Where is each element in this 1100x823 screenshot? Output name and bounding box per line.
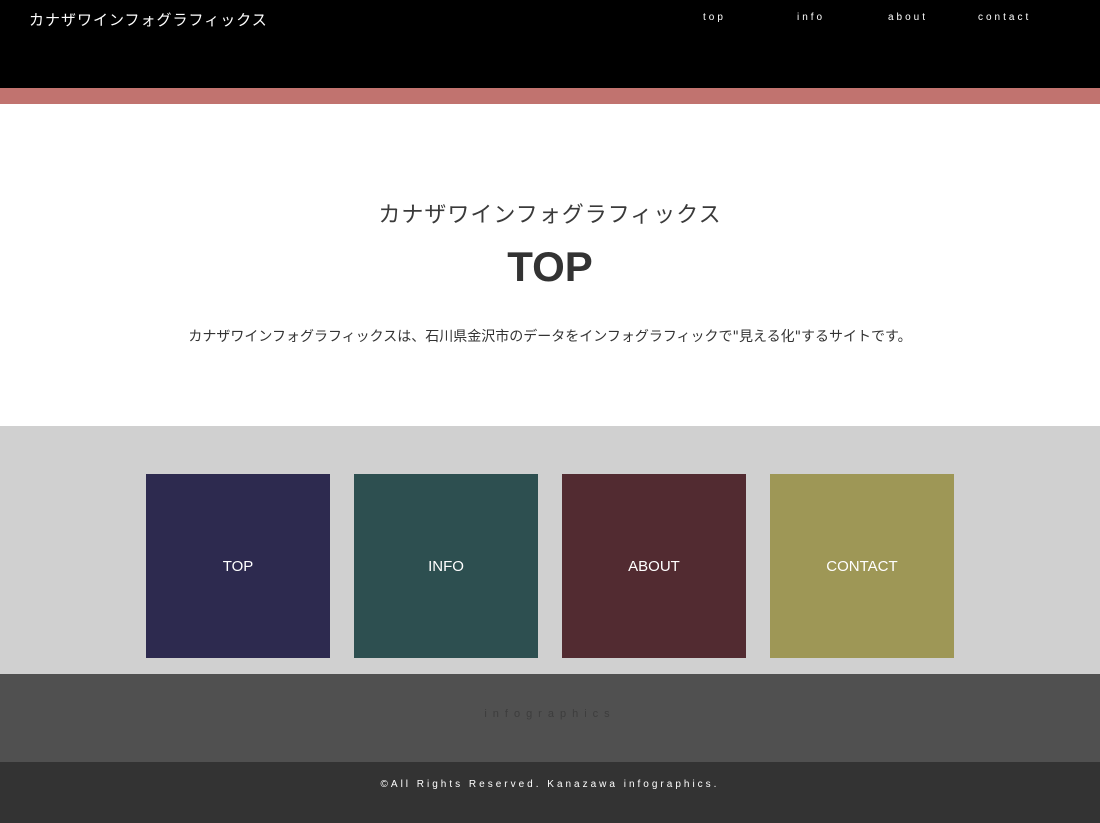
tile-label: CONTACT — [826, 557, 898, 575]
hero-site-name: カナザワインフォグラフィックス — [378, 203, 722, 228]
site-footer: infographics ©All Rights Reserved. Kanaz… — [0, 674, 1100, 823]
page-title: TOP — [507, 243, 593, 290]
footer-label: infographics — [484, 708, 616, 720]
footer-bottom: ©All Rights Reserved. Kanazawa infograph… — [0, 762, 1100, 823]
tile-info[interactable]: INFO — [354, 474, 538, 658]
nav-tiles-section: TOP INFO ABOUT CONTACT — [0, 426, 1100, 674]
hero-description: カナザワインフォグラフィックスは、石川県金沢市のデータをインフォグラフィックで"… — [188, 329, 912, 345]
copyright-text: ©All Rights Reserved. Kanazawa infograph… — [380, 779, 720, 790]
nav-link-contact[interactable]: contact — [978, 12, 1031, 23]
nav-link-info[interactable]: info — [797, 12, 825, 23]
tile-label: TOP — [222, 557, 254, 575]
site-header: カナザワインフォグラフィックス top info about contact — [0, 0, 1100, 88]
tile-label: ABOUT — [628, 557, 680, 575]
main-nav: top info about contact — [0, 12, 1100, 28]
nav-link-top[interactable]: top — [703, 12, 726, 23]
tile-about[interactable]: ABOUT — [562, 474, 746, 658]
accent-divider — [0, 88, 1100, 104]
tile-top[interactable]: TOP — [146, 474, 330, 658]
tile-contact[interactable]: CONTACT — [770, 474, 954, 658]
hero-section: カナザワインフォグラフィックス TOP カナザワインフォグラフィックスは、石川県… — [0, 104, 1100, 426]
footer-top: infographics — [0, 674, 1100, 762]
nav-link-about[interactable]: about — [888, 12, 928, 23]
tile-label: INFO — [428, 557, 464, 575]
